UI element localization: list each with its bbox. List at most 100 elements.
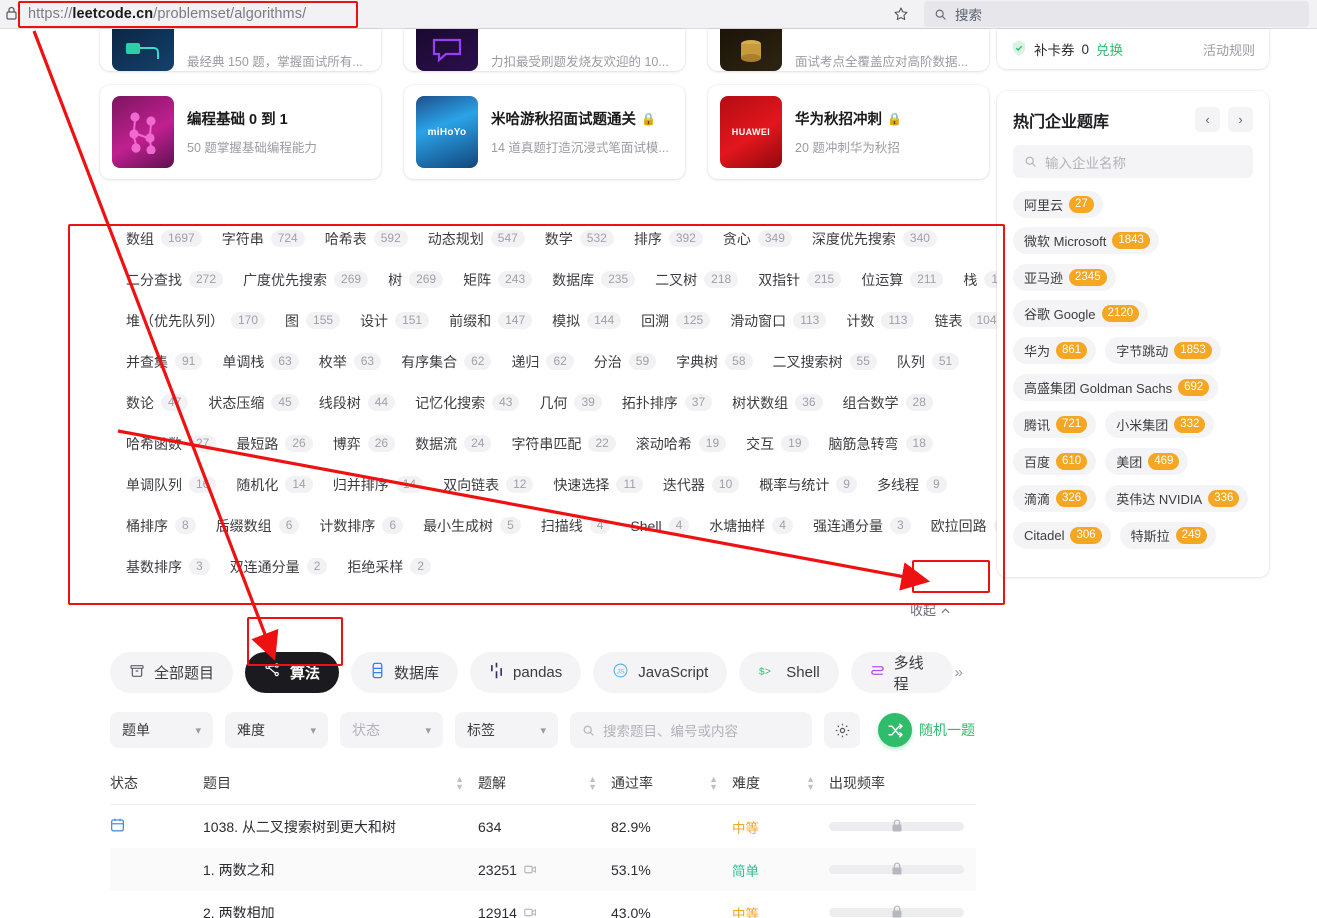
address-bar[interactable]: https://leetcode.cn/problemset/algorithm…: [22, 1, 882, 27]
topic-tag[interactable]: 拓扑排序 37: [612, 391, 722, 415]
tab-all-problems[interactable]: 全部题目: [110, 652, 234, 693]
company-chip[interactable]: 英伟达 NVIDIA 336: [1105, 485, 1249, 512]
topic-tag[interactable]: 状态压缩 45: [198, 391, 308, 415]
topic-tag[interactable]: 双指针 215: [748, 268, 851, 292]
promo-card[interactable]: HUAWEI 华为秋招冲刺 🔒 20 题冲刺华为秋招: [708, 85, 989, 179]
topic-tag[interactable]: 哈希表 592: [315, 227, 418, 251]
sort-icon[interactable]: ▲ ▼: [806, 775, 815, 792]
coupon-redeem-link[interactable]: 兑换: [1096, 39, 1123, 59]
tab-shell[interactable]: $> Shell: [739, 652, 839, 693]
random-problem-button[interactable]: 随机一题: [878, 713, 975, 747]
topic-tag[interactable]: 随机化 14: [226, 473, 322, 497]
company-chip[interactable]: 滴滴 326: [1013, 485, 1097, 512]
topic-tag[interactable]: 矩阵 243: [453, 268, 542, 292]
company-chip[interactable]: 百度 610: [1013, 448, 1097, 475]
topic-tag[interactable]: 并查集 91: [116, 350, 212, 374]
filter-difficulty[interactable]: 难度 ▾: [225, 712, 328, 748]
topic-tag[interactable]: 枚举 63: [309, 350, 391, 374]
filter-status[interactable]: 状态 ▾: [340, 712, 443, 748]
topic-tag[interactable]: 最小生成树 5: [413, 514, 531, 538]
topic-tag[interactable]: 哈希函数 27: [116, 432, 226, 456]
company-chip[interactable]: 美团 469: [1105, 448, 1189, 475]
topic-tag[interactable]: 单调队列 16: [116, 473, 226, 497]
company-chip[interactable]: 阿里云 27: [1013, 191, 1103, 218]
problem-search-input[interactable]: 搜索题目、编号或内容: [570, 712, 812, 748]
promo-card[interactable]: miHoYo 米哈游秋招面试题通关 🔒 14 道真题打造沉浸式笔面试模...: [404, 85, 685, 179]
topic-tag[interactable]: 有序集合 62: [391, 350, 501, 374]
topic-tag[interactable]: 分治 59: [584, 350, 666, 374]
topic-tag[interactable]: 后缀数组 6: [206, 514, 310, 538]
cell-title[interactable]: 1038. 从二叉搜索树到更大和树: [203, 817, 478, 837]
topic-tag[interactable]: 回溯 125: [631, 309, 720, 333]
topic-tag[interactable]: 数据库 235: [542, 268, 645, 292]
topic-tag[interactable]: 图 155: [275, 309, 350, 333]
company-chip[interactable]: 腾讯 721: [1013, 411, 1097, 438]
topic-tag[interactable]: 字典树 58: [666, 350, 762, 374]
topic-tag[interactable]: 数组 1697: [116, 227, 212, 251]
activity-rules-link[interactable]: 活动规则: [1203, 40, 1255, 59]
company-chip[interactable]: Citadel 306: [1013, 522, 1111, 549]
chevron-right-icon[interactable]: ›: [1228, 107, 1253, 132]
filter-problem-list[interactable]: 题单 ▾: [110, 712, 213, 748]
topic-tag[interactable]: 多线程 9: [867, 473, 957, 497]
topic-tag[interactable]: 字符串匹配 22: [501, 432, 625, 456]
topic-tag[interactable]: 贪心 349: [713, 227, 802, 251]
topic-tag[interactable]: 二分查找 272: [116, 268, 233, 292]
company-chip[interactable]: 微软 Microsoft 1843: [1013, 227, 1159, 254]
topic-tag[interactable]: 二叉树 218: [645, 268, 748, 292]
topic-tag[interactable]: 桶排序 8: [116, 514, 206, 538]
topic-tag[interactable]: 数论 47: [116, 391, 198, 415]
table-row[interactable]: 2. 两数相加 12914 43.0% 中等: [110, 891, 976, 918]
topic-tag[interactable]: 双向链表 12: [433, 473, 543, 497]
topic-tag[interactable]: 前缀和 147: [439, 309, 542, 333]
topic-tag[interactable]: 模拟 144: [542, 309, 631, 333]
tab-algorithms[interactable]: 算法: [245, 652, 340, 693]
topic-tag[interactable]: 数学 532: [535, 227, 624, 251]
chevron-double-right-icon[interactable]: »: [955, 664, 963, 681]
topic-tag[interactable]: 设计 151: [350, 309, 439, 333]
topic-tag[interactable]: 基数排序 3: [116, 555, 220, 579]
cell-title[interactable]: 2. 两数相加: [203, 903, 478, 918]
topic-tag[interactable]: 队列 51: [887, 350, 969, 374]
tab-concurrency[interactable]: 多线程: [850, 652, 953, 693]
topic-tag[interactable]: 博弈 26: [323, 432, 405, 456]
topic-tag[interactable]: 几何 39: [529, 391, 611, 415]
topic-tag[interactable]: 广度优先搜索 269: [233, 268, 378, 292]
topic-tag[interactable]: 字符串 724: [212, 227, 315, 251]
topic-tag[interactable]: 位运算 211: [851, 268, 953, 292]
browser-search-field[interactable]: 搜索: [924, 1, 1309, 27]
topic-tag[interactable]: 双连通分量 2: [220, 555, 338, 579]
topic-tag[interactable]: 扫描线 4: [531, 514, 621, 538]
table-row[interactable]: 1. 两数之和 23251 53.1% 简单: [110, 848, 976, 891]
topic-tag[interactable]: 计数 113: [836, 309, 924, 333]
tab-javascript[interactable]: JS JavaScript: [593, 652, 728, 693]
company-search-input[interactable]: 输入企业名称: [1013, 145, 1253, 178]
company-chip[interactable]: 小米集团 332: [1105, 411, 1215, 438]
company-chip[interactable]: 特斯拉 249: [1119, 522, 1216, 549]
promo-card[interactable]: 面试考点全覆盖应对高阶数据...: [708, 29, 989, 71]
sort-icon[interactable]: ▲ ▼: [455, 775, 464, 792]
filter-tags[interactable]: 标签 ▾: [455, 712, 558, 748]
star-icon[interactable]: [882, 1, 920, 27]
topic-tag[interactable]: 深度优先搜索 340: [802, 227, 947, 251]
promo-card[interactable]: 编程基础 0 到 1 50 题掌握基础编程能力: [100, 85, 381, 179]
topic-tag[interactable]: 树 269: [378, 268, 453, 292]
topic-tag[interactable]: 快速选择 11: [543, 473, 652, 497]
topic-tag[interactable]: 计数排序 6: [309, 514, 413, 538]
topic-tag[interactable]: Shell 4: [620, 515, 699, 536]
topic-tag[interactable]: 强连通分量 3: [803, 514, 921, 538]
collapse-tags-button[interactable]: 收起: [894, 593, 966, 626]
topic-tag[interactable]: 交互 19: [736, 432, 818, 456]
topic-tag[interactable]: 树状数组 36: [722, 391, 832, 415]
promo-card[interactable]: 最经典 150 题，掌握面试所有...: [100, 29, 381, 71]
tab-database[interactable]: 数据库: [351, 652, 459, 693]
company-chip[interactable]: 字节跳动 1853: [1105, 337, 1221, 364]
chevron-left-icon[interactable]: ‹: [1195, 107, 1220, 132]
sort-icon[interactable]: ▲ ▼: [709, 775, 718, 792]
topic-tag[interactable]: 数据流 24: [405, 432, 501, 456]
topic-tag[interactable]: 概率与统计 9: [749, 473, 867, 497]
topic-tag[interactable]: 二叉搜索树 55: [763, 350, 887, 374]
topic-tag[interactable]: 递归 62: [501, 350, 583, 374]
topic-tag[interactable]: 脑筋急转弯 18: [819, 432, 943, 456]
company-chip[interactable]: 谷歌 Google 2120: [1013, 300, 1149, 327]
